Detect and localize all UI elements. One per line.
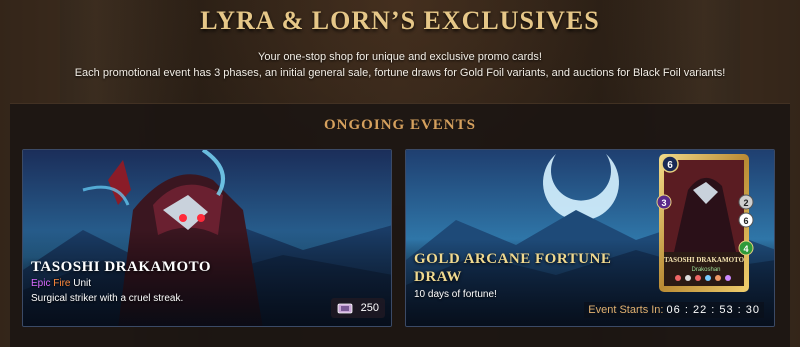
event-card-tasoshi[interactable]: TASOSHI DRAKAMOTO Epic Fire Unit Surgica… xyxy=(22,149,392,327)
event-countdown: Event Starts In: 06 : 22 : 53 : 30 xyxy=(584,302,764,318)
page-subtitle-2: Each promotional event has 3 phases, an … xyxy=(74,67,726,79)
countdown-label: Event Starts In: xyxy=(588,304,664,316)
preview-health: 4 xyxy=(743,244,748,254)
preview-attack: 3 xyxy=(661,198,666,208)
rarity-label: Epic xyxy=(31,278,51,289)
event-description: 10 days of fortune! xyxy=(414,289,497,300)
section-title: ONGOING EVENTS xyxy=(324,117,476,133)
type-label: Unit xyxy=(73,278,92,289)
preview-armor: 6 xyxy=(743,216,748,226)
voucher-icon xyxy=(337,303,353,313)
element-label: Fire xyxy=(53,278,71,289)
preview-card-name: TASOSHI DRAKAMOTO xyxy=(664,256,745,264)
price-value: 250 xyxy=(360,302,379,314)
preview-speed: 2 xyxy=(743,198,748,208)
price-badge: 250 xyxy=(330,298,385,318)
event-title: TASOSHI DRAKAMOTO xyxy=(31,259,212,275)
preview-mana: 6 xyxy=(667,160,673,171)
fortune-draw-artwork: 6 3 2 6 4 TASOSHI DRAKAMOTO Drakoshan xyxy=(406,150,774,326)
page-subtitle-1: Your one-stop shop for unique and exclus… xyxy=(258,51,542,63)
event-card-fortune-draw[interactable]: 6 3 2 6 4 TASOSHI DRAKAMOTO Drakoshan GO… xyxy=(405,149,775,327)
preview-faction: Drakoshan xyxy=(691,267,720,273)
card-type-line: Epic Fire Unit xyxy=(31,278,91,289)
page-title: LYRA & LORN’S EXCLUSIVES xyxy=(200,6,600,35)
event-title: GOLD ARCANE FORTUNE DRAW xyxy=(414,251,612,285)
countdown-timer: 06 : 22 : 53 : 30 xyxy=(666,304,760,316)
event-description: Surgical striker with a cruel streak. xyxy=(31,293,184,304)
